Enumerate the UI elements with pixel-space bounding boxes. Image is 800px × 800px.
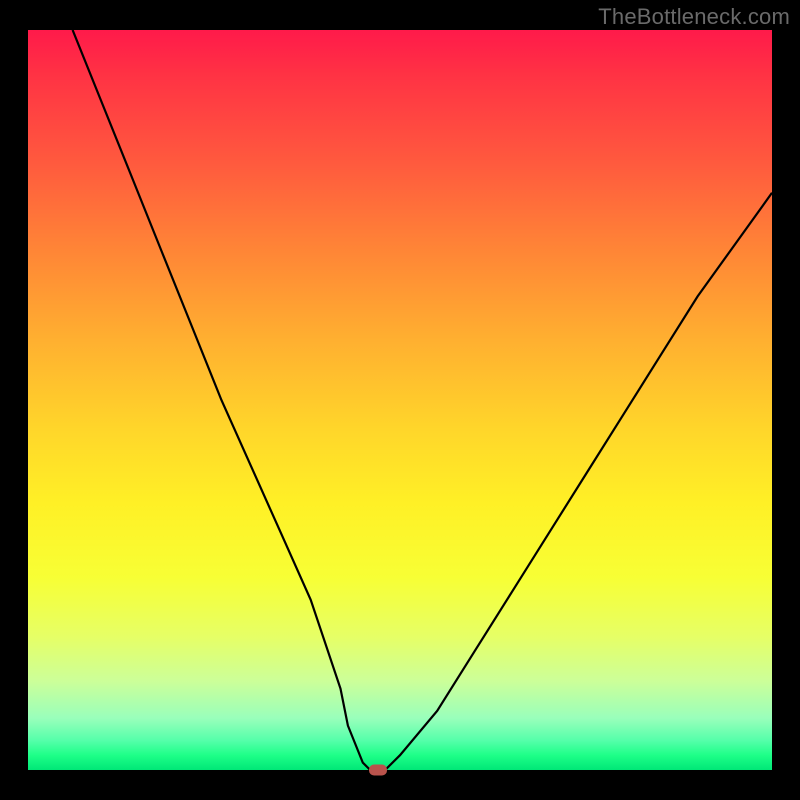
plot-area (28, 30, 772, 770)
watermark-text: TheBottleneck.com (598, 4, 790, 30)
bottleneck-curve-path (73, 30, 772, 770)
optimal-marker (369, 765, 387, 776)
chart-frame: TheBottleneck.com (0, 0, 800, 800)
curve-layer (28, 30, 772, 770)
